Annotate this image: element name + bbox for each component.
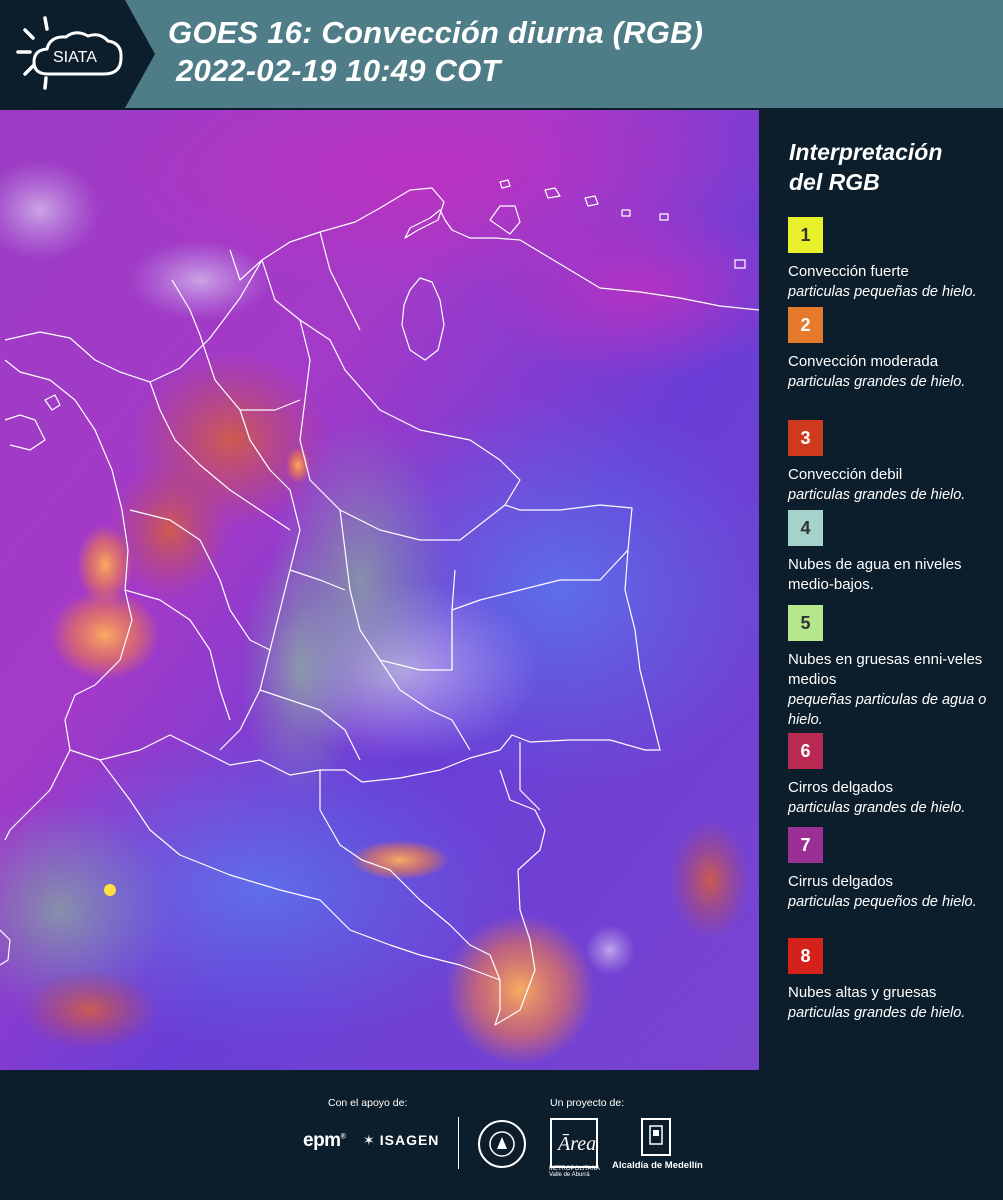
support-label: Con el apoyo de: bbox=[328, 1097, 408, 1109]
legend-title: Interpretación del RGB bbox=[789, 137, 989, 197]
legend-item-name: Convección debil bbox=[788, 466, 903, 483]
footer: Con el apoyo de: Un proyecto de: epm® ✶ I… bbox=[0, 1070, 1003, 1200]
legend-item-desc: particulas grandes de hielo. bbox=[788, 1005, 966, 1021]
svg-text:SIATA: SIATA bbox=[53, 49, 97, 66]
legend-swatch: 5 bbox=[788, 605, 823, 641]
legend-item-desc: pequeñas particulas de agua o hielo. bbox=[788, 692, 987, 728]
title-line-2: 2022-02-19 10:49 COT bbox=[176, 53, 501, 88]
legend-item-desc: particulas grandes de hielo. bbox=[788, 800, 966, 816]
isagen-mark-icon: ✶ bbox=[363, 1132, 376, 1148]
page-title: GOES 16: Convección diurna (RGB) 2022-02… bbox=[168, 14, 703, 90]
area-metropolitana-logo: Ārea bbox=[550, 1118, 598, 1168]
legend-item-name: Convección fuerte bbox=[788, 263, 909, 280]
project-label: Un proyecto de: bbox=[550, 1097, 625, 1109]
legend-item-2: 2 Convección moderada particulas grandes… bbox=[788, 307, 998, 392]
legend-item-name: Nubes en gruesas enni-veles medios bbox=[788, 651, 983, 688]
satellite-map bbox=[0, 110, 759, 1070]
legend-item-8: 8 Nubes altas y gruesas particulas grand… bbox=[788, 938, 998, 1023]
header-bar: SIATA GOES 16: Convección diurna (RGB) 2… bbox=[0, 0, 1003, 108]
legend-item-7: 7 Cirrus delgados particulas pequeños de… bbox=[788, 827, 998, 912]
siata-logo: SIATA bbox=[0, 0, 155, 108]
university-seal-icon bbox=[478, 1120, 526, 1168]
isagen-logo: ✶ ISAGEN bbox=[363, 1132, 440, 1148]
legend-item-name: Convección moderada bbox=[788, 353, 939, 370]
legend-swatch: 7 bbox=[788, 827, 823, 863]
legend-swatch: 1 bbox=[788, 217, 823, 253]
legend-item-desc: particulas grandes de hielo. bbox=[788, 487, 966, 503]
legend-title-line-1: Interpretación bbox=[789, 139, 943, 165]
legend-swatch: 4 bbox=[788, 510, 823, 546]
legend-item-1: 1 Convección fuerte particulas pequeñas … bbox=[788, 217, 998, 302]
legend-item-3: 3 Convección debil particulas grandes de… bbox=[788, 420, 998, 505]
epm-logo: epm® bbox=[303, 1130, 346, 1151]
legend-item-name: Nubes de agua en niveles medio-bajos. bbox=[788, 556, 962, 593]
legend-item-desc: particulas grandes de hielo. bbox=[788, 374, 966, 390]
legend-item-name: Cirros delgados bbox=[788, 779, 894, 796]
title-line-1: GOES 16: Convección diurna (RGB) bbox=[168, 15, 704, 50]
legend-item-4: 4 Nubes de agua en niveles medio-bajos. bbox=[788, 510, 998, 595]
legend-panel: Interpretación del RGB 1 Convección fuer… bbox=[759, 110, 1003, 1070]
legend-swatch: 2 bbox=[788, 307, 823, 343]
legend-item-name: Cirrus delgados bbox=[788, 873, 894, 890]
legend-swatch: 6 bbox=[788, 733, 823, 769]
legend-item-5: 5 Nubes en gruesas enni-veles medios peq… bbox=[788, 605, 998, 730]
footer-divider bbox=[458, 1117, 459, 1169]
alcaldia-shield-icon bbox=[641, 1118, 671, 1156]
legend-item-desc: particulas pequeños de hielo. bbox=[788, 894, 977, 910]
alcaldia-text: Alcaldía de Medellín bbox=[612, 1160, 703, 1171]
sun-cloud-icon: SIATA bbox=[0, 0, 155, 108]
legend-title-line-2: del RGB bbox=[789, 169, 880, 195]
legend-item-name: Nubes altas y gruesas bbox=[788, 984, 937, 1001]
legend-swatch: 8 bbox=[788, 938, 823, 974]
svg-text:Ārea: Ārea bbox=[556, 1133, 596, 1155]
legend-item-6: 6 Cirros delgados particulas grandes de … bbox=[788, 733, 998, 818]
legend-swatch: 3 bbox=[788, 420, 823, 456]
legend-item-desc: particulas pequeñas de hielo. bbox=[788, 284, 977, 300]
area-metropolitana-text: METROPOLITANA Valle de Aburrá bbox=[549, 1166, 600, 1178]
